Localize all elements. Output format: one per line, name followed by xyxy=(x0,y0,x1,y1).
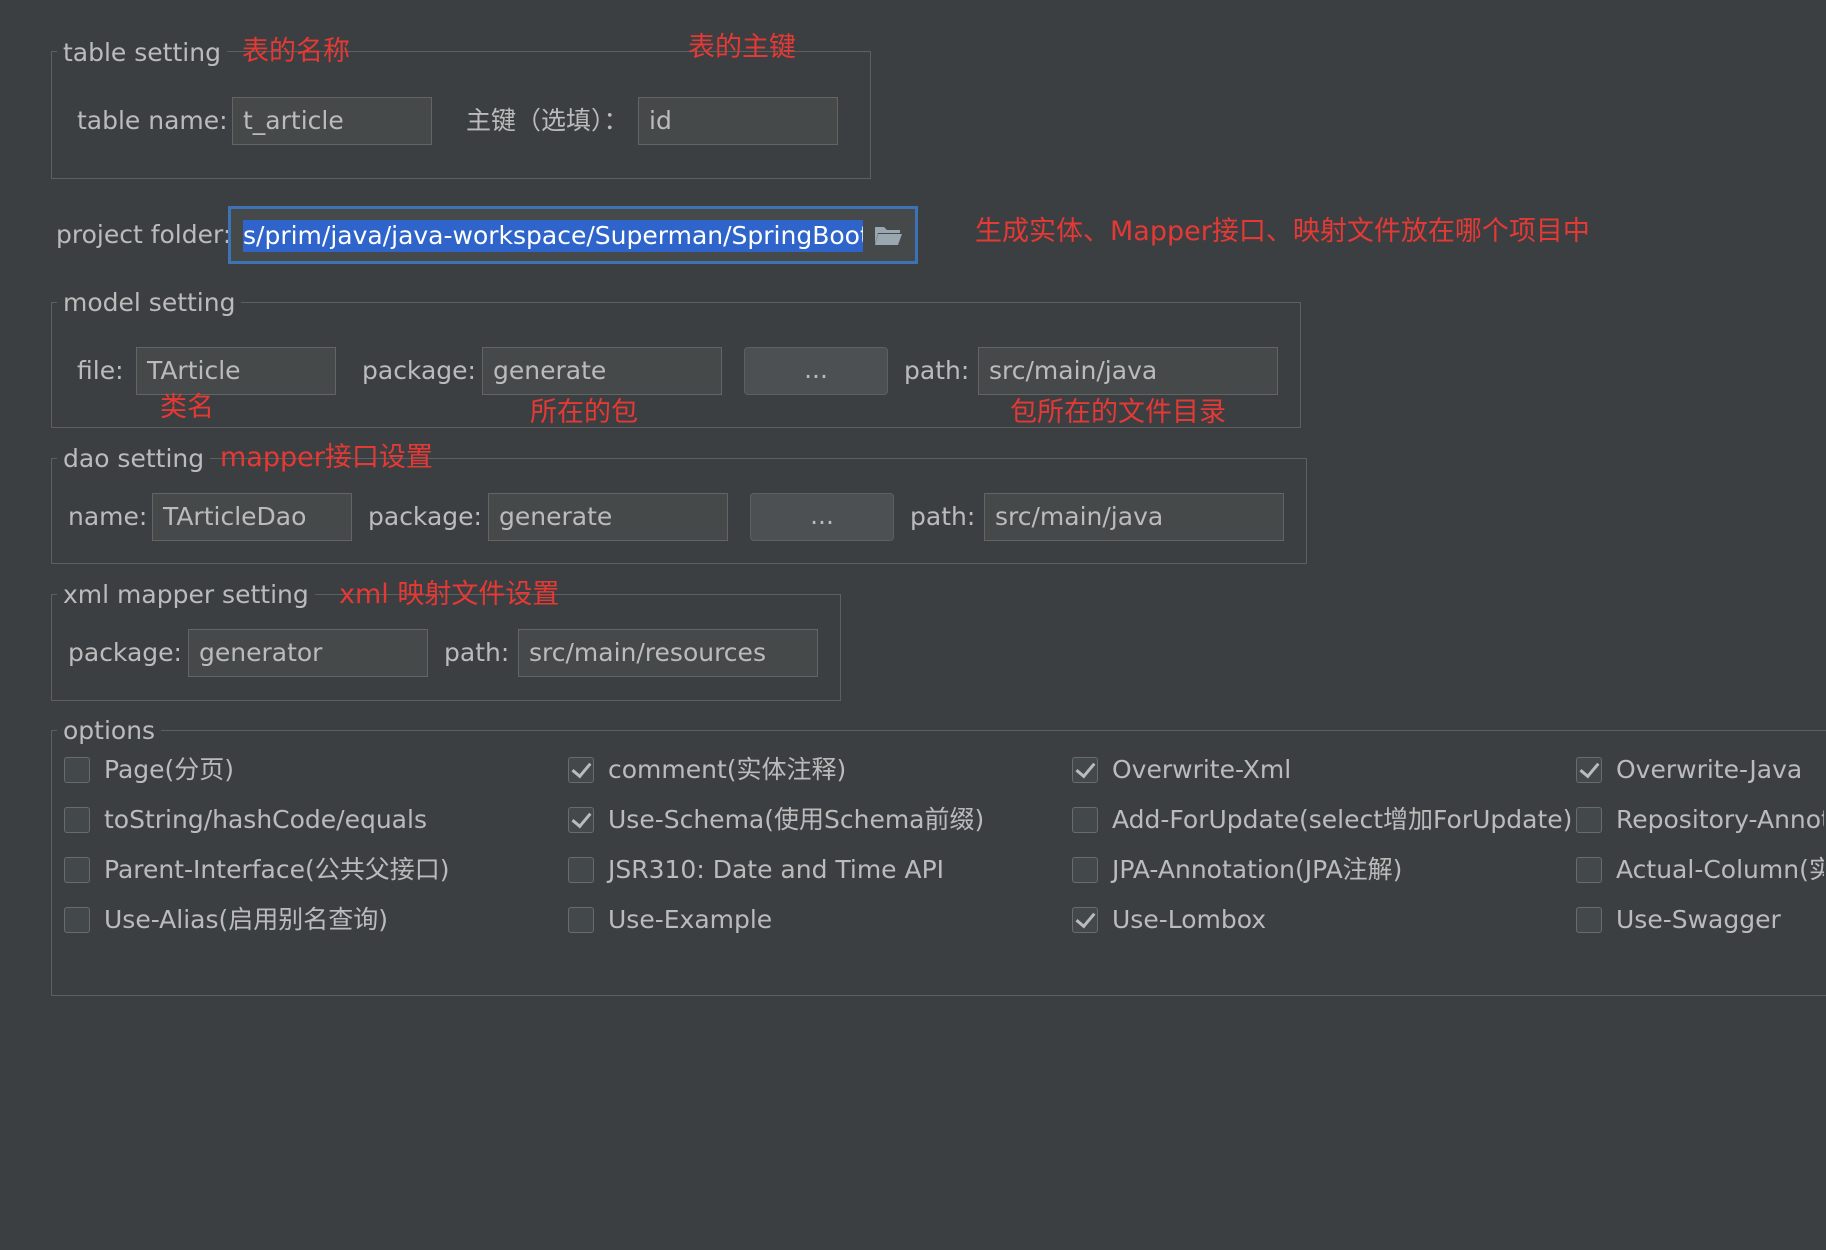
option-checkbox[interactable] xyxy=(64,757,90,783)
xml-setting-title: xml mapper setting xyxy=(57,580,315,610)
model-path-input[interactable]: src/main/java xyxy=(978,347,1278,395)
option-label[interactable]: Add-ForUpdate(select增加ForUpdate) xyxy=(1112,805,1572,835)
primary-key-label: 主键（选填）： xyxy=(466,106,629,135)
model-path-label: path: xyxy=(904,356,970,385)
option-checkbox[interactable] xyxy=(1576,807,1602,833)
option-checkbox[interactable] xyxy=(568,907,594,933)
annotation-package: 所在的包 xyxy=(530,397,638,428)
table-name-input[interactable]: t_article xyxy=(232,97,432,145)
model-setting-title: model setting xyxy=(57,288,242,318)
xml-package-input[interactable]: generator xyxy=(188,629,428,677)
option-checkbox[interactable] xyxy=(64,907,90,933)
dao-path-label: path: xyxy=(910,502,976,531)
option-checkbox[interactable] xyxy=(64,857,90,883)
checkmark-icon xyxy=(571,757,592,779)
option-checkbox[interactable] xyxy=(1072,757,1098,783)
annotation-class-name: 类名 xyxy=(160,392,214,423)
model-package-label: package: xyxy=(362,356,476,385)
dao-package-label: package: xyxy=(368,502,482,531)
table-name-label: table name: xyxy=(77,106,228,135)
checkmark-icon xyxy=(1075,757,1096,779)
option-label[interactable]: Use-Example xyxy=(608,905,772,935)
project-folder-input[interactable]: s/prim/java/java-workspace/Superman/Spri… xyxy=(228,206,918,264)
option-checkbox[interactable] xyxy=(1072,807,1098,833)
option-label[interactable]: JSR310: Date and Time API xyxy=(608,855,944,885)
annotation-primary-key: 表的主键 xyxy=(688,32,796,63)
option-label[interactable]: Actual-Column(实 xyxy=(1616,855,1824,885)
checkmark-icon xyxy=(1075,907,1096,929)
options-title: options xyxy=(57,716,162,746)
option-checkbox[interactable] xyxy=(568,857,594,883)
dao-name-input[interactable]: TArticleDao xyxy=(152,493,352,541)
dao-name-label: name: xyxy=(68,502,148,531)
option-label[interactable]: Overwrite-Xml xyxy=(1112,755,1291,785)
annotation-dao: mapper接口设置 xyxy=(220,442,433,473)
table-setting-title: table setting xyxy=(57,38,227,68)
model-file-input[interactable]: TArticle xyxy=(136,347,336,395)
annotation-package-path: 包所在的文件目录 xyxy=(1010,397,1226,428)
option-checkbox[interactable] xyxy=(568,807,594,833)
annotation-table-name: 表的名称 xyxy=(242,36,350,67)
xml-package-label: package: xyxy=(68,638,182,667)
annotation-xml: xml 映射文件设置 xyxy=(339,579,560,610)
annotation-project-folder: 生成实体、Mapper接口、映射文件放在哪个项目中 xyxy=(975,216,1590,247)
option-label[interactable]: Page(分页) xyxy=(104,755,234,785)
option-checkbox[interactable] xyxy=(1072,857,1098,883)
xml-path-input[interactable]: src/main/resources xyxy=(518,629,818,677)
dao-setting-title: dao setting xyxy=(57,444,211,474)
folder-icon[interactable] xyxy=(873,223,903,247)
option-label[interactable]: Use-Lombox xyxy=(1112,905,1266,935)
model-package-browse-button[interactable]: ... xyxy=(744,347,888,395)
option-label[interactable]: Use-Swagger xyxy=(1616,905,1781,935)
project-folder-label: project folder: xyxy=(56,220,232,249)
dao-package-browse-button[interactable]: ... xyxy=(750,493,894,541)
option-checkbox[interactable] xyxy=(1576,757,1602,783)
dao-path-input[interactable]: src/main/java xyxy=(984,493,1284,541)
option-checkbox[interactable] xyxy=(1576,907,1602,933)
option-checkbox[interactable] xyxy=(1072,907,1098,933)
option-label[interactable]: Parent-Interface(公共父接口) xyxy=(104,855,449,885)
option-label[interactable]: comment(实体注释) xyxy=(608,755,846,785)
option-checkbox[interactable] xyxy=(1576,857,1602,883)
option-label[interactable]: Use-Schema(使用Schema前缀) xyxy=(608,805,984,835)
primary-key-input[interactable]: id xyxy=(638,97,838,145)
model-package-input[interactable]: generate xyxy=(482,347,722,395)
option-label[interactable]: Repository-Annot xyxy=(1616,805,1824,835)
checkmark-icon xyxy=(1579,757,1600,779)
option-label[interactable]: Use-Alias(启用别名查询) xyxy=(104,905,388,935)
option-checkbox[interactable] xyxy=(64,807,90,833)
dao-package-input[interactable]: generate xyxy=(488,493,728,541)
option-label[interactable]: JPA-Annotation(JPA注解) xyxy=(1112,855,1402,885)
xml-path-label: path: xyxy=(444,638,510,667)
checkmark-icon xyxy=(571,807,592,829)
option-label[interactable]: Overwrite-Java xyxy=(1616,755,1802,785)
option-label[interactable]: toString/hashCode/equals xyxy=(104,805,427,835)
model-file-label: file: xyxy=(77,356,124,385)
option-checkbox[interactable] xyxy=(568,757,594,783)
project-folder-selected-text: s/prim/java/java-workspace/Superman/Spri… xyxy=(243,220,863,252)
